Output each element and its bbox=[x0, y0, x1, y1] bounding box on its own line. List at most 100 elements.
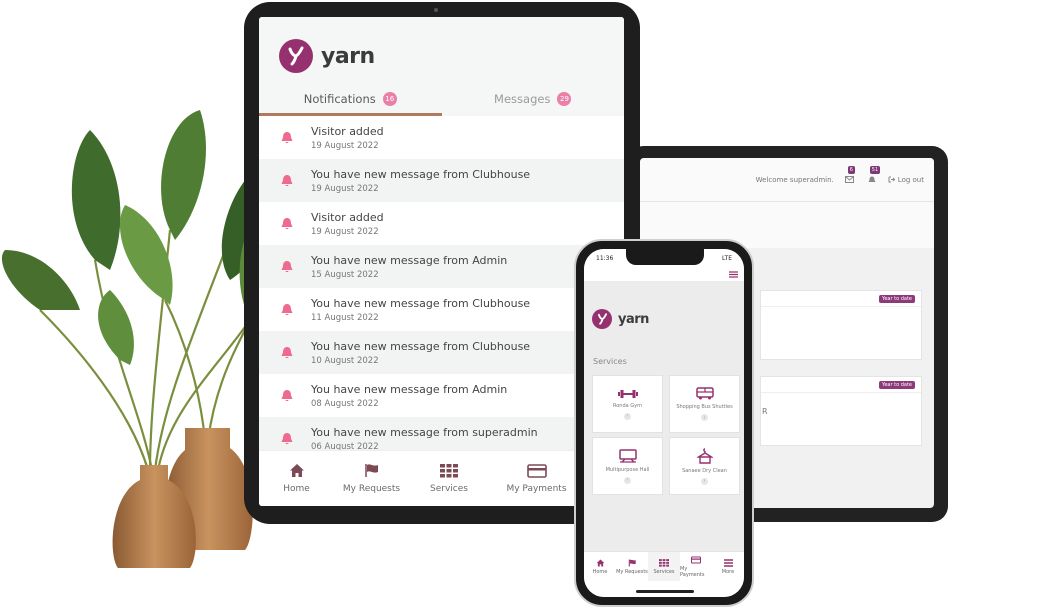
notification-title: You have new message from Admin bbox=[311, 253, 508, 267]
flag-icon bbox=[364, 464, 378, 477]
nav-label: More bbox=[721, 568, 735, 575]
alerts-button[interactable]: 51 bbox=[866, 165, 881, 185]
notification-date: 19 August 2022 bbox=[311, 140, 379, 151]
bus-icon bbox=[695, 387, 714, 400]
notification-title: You have new message from superadmin bbox=[311, 425, 538, 439]
nav-my-payments[interactable]: My Payments bbox=[489, 451, 584, 506]
tab-count-badge: 29 bbox=[557, 91, 572, 106]
notification-item[interactable]: Visitor added 19 August 2022 bbox=[259, 202, 624, 245]
nav-services[interactable]: Services bbox=[409, 451, 489, 506]
bell-icon bbox=[279, 303, 295, 317]
service-label: Sanaee Dry Clean bbox=[682, 467, 727, 474]
service-tile[interactable]: Multipurpose Hall › bbox=[592, 437, 663, 495]
flag-icon bbox=[628, 559, 636, 566]
mail-count-badge: 6 bbox=[847, 165, 855, 174]
phone-app-header bbox=[584, 267, 744, 281]
brand-logo: yarn bbox=[592, 309, 649, 329]
grid-icon bbox=[659, 558, 669, 567]
grid-icon bbox=[440, 463, 458, 477]
notification-title: Visitor added bbox=[311, 124, 384, 138]
nav-label: Services bbox=[430, 483, 468, 494]
year-to-date-badge: Year to date bbox=[878, 381, 915, 389]
notification-title: Visitor added bbox=[311, 210, 384, 224]
nav-my-requests[interactable]: My Requests bbox=[616, 552, 648, 581]
phone-notch bbox=[626, 249, 704, 265]
stats-card: Year to date bbox=[760, 290, 922, 360]
service-tile[interactable]: Sanaee Dry Clean › bbox=[669, 437, 740, 495]
nav-services[interactable]: Services bbox=[648, 552, 680, 581]
notification-title: You have new message from Clubhouse bbox=[311, 167, 531, 181]
notification-date: 19 August 2022 bbox=[311, 226, 379, 237]
notification-date: 15 August 2022 bbox=[311, 269, 379, 280]
nav-label: Services bbox=[653, 568, 675, 575]
tablet-bottom-nav: Home My Requests Services My Payments bbox=[259, 450, 624, 506]
laptop-header: Welcome superadmin. 6 51 Log out bbox=[640, 158, 934, 202]
logo-mark bbox=[592, 309, 612, 329]
service-label: Ronda Gym bbox=[612, 402, 642, 409]
card-icon bbox=[691, 556, 701, 563]
chevron-right-icon: › bbox=[701, 477, 708, 485]
notification-date: 06 August 2022 bbox=[311, 441, 379, 451]
logout-button[interactable]: Log out bbox=[888, 176, 924, 184]
notification-title: You have new message from Clubhouse bbox=[311, 296, 531, 310]
notification-date: 08 August 2022 bbox=[311, 398, 379, 409]
nav-label: Home bbox=[592, 568, 608, 575]
notification-item[interactable]: You have new message from Clubhouse 19 Au… bbox=[259, 159, 624, 202]
hamburger-menu-icon[interactable] bbox=[729, 270, 738, 278]
tablet-screen: yarn Notifications 16 Messages 29 Visito… bbox=[259, 17, 624, 506]
notification-list: Visitor added 19 August 2022 You have new… bbox=[259, 116, 624, 450]
service-tile[interactable]: Ronda Gym › bbox=[592, 375, 663, 433]
welcome-text: Welcome superadmin. bbox=[755, 175, 834, 184]
notification-item[interactable]: You have new message from Admin 08 August… bbox=[259, 374, 624, 417]
bell-icon bbox=[279, 346, 295, 360]
mail-icon bbox=[845, 176, 855, 183]
status-time: 11:36 bbox=[596, 254, 614, 262]
logo-wordmark: yarn bbox=[618, 311, 649, 327]
tab-notifications[interactable]: Notifications 16 bbox=[259, 81, 442, 116]
phone-home-area bbox=[584, 581, 744, 597]
notification-item[interactable]: You have new message from Admin 15 August… bbox=[259, 245, 624, 288]
nav-my-payments[interactable]: My Payments bbox=[680, 552, 712, 581]
alerts-count-badge: 51 bbox=[869, 165, 881, 174]
phone-screen: 11:36 LTE yarn Services Ronda Gym › Shop… bbox=[584, 249, 744, 597]
laundry-icon bbox=[696, 447, 713, 464]
tab-label: Messages bbox=[494, 91, 551, 106]
service-label: Shopping Bus Shuttles bbox=[676, 404, 733, 410]
tablet-camera bbox=[434, 8, 438, 12]
mail-button[interactable]: 6 bbox=[844, 165, 856, 185]
nav-more[interactable]: More bbox=[712, 552, 744, 581]
tab-count-badge: 16 bbox=[382, 91, 397, 106]
section-title: Services bbox=[593, 357, 627, 366]
bell-icon bbox=[279, 432, 295, 446]
card-icon bbox=[526, 463, 547, 478]
notification-item[interactable]: You have new message from Clubhouse 11 Au… bbox=[259, 288, 624, 331]
stats-card: Year to date R bbox=[760, 376, 922, 446]
phone-device: 11:36 LTE yarn Services Ronda Gym › Shop… bbox=[574, 239, 754, 607]
service-label: Multipurpose Hall bbox=[605, 466, 650, 473]
logo-wordmark: yarn bbox=[321, 43, 375, 69]
notification-item[interactable]: You have new message from superadmin 06 A… bbox=[259, 417, 624, 450]
logout-label: Log out bbox=[897, 175, 924, 184]
bell-icon bbox=[868, 176, 876, 182]
nav-my-requests[interactable]: My Requests bbox=[334, 451, 409, 506]
notification-item[interactable]: You have new message from Clubhouse 10 Au… bbox=[259, 331, 624, 374]
nav-label: My Requests bbox=[616, 568, 648, 575]
service-tile[interactable]: Shopping Bus Shuttles › bbox=[669, 375, 740, 433]
yarn-y-icon bbox=[597, 313, 607, 325]
bell-icon bbox=[279, 131, 295, 145]
notification-item[interactable]: Visitor added 19 August 2022 bbox=[259, 116, 624, 159]
menu-icon bbox=[723, 558, 733, 567]
tab-messages[interactable]: Messages 29 bbox=[442, 81, 625, 116]
nav-home[interactable]: Home bbox=[584, 552, 616, 581]
bell-icon bbox=[279, 174, 295, 188]
brand-logo: yarn bbox=[279, 39, 375, 73]
home-icon bbox=[596, 559, 604, 566]
bell-icon bbox=[279, 260, 295, 274]
notification-date: 11 August 2022 bbox=[311, 312, 379, 323]
notification-title: You have new message from Clubhouse bbox=[311, 339, 531, 353]
nav-home[interactable]: Home bbox=[259, 451, 334, 506]
nav-label: My Requests bbox=[342, 484, 401, 494]
dumbbell-icon bbox=[617, 389, 638, 398]
home-indicator[interactable] bbox=[636, 590, 694, 593]
logout-icon bbox=[888, 176, 895, 183]
